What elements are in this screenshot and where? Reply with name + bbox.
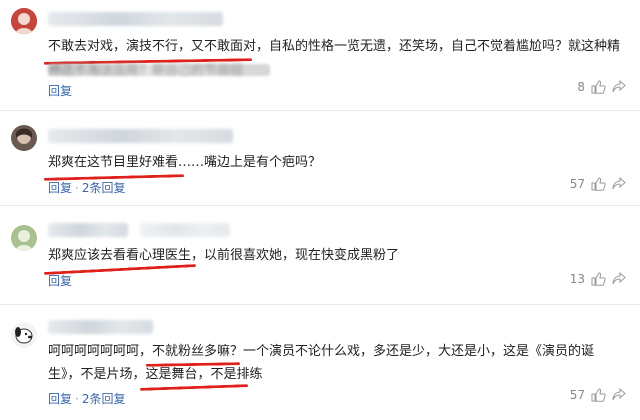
avatar-image — [11, 125, 37, 151]
like-share-group: 8 — [577, 80, 626, 94]
reply-row: 回复 · 2条回复 — [48, 179, 125, 196]
share-icon[interactable] — [612, 272, 626, 286]
view-replies-link[interactable]: 2条回复 — [82, 181, 126, 195]
like-count: 13 — [569, 272, 585, 286]
thumbs-up-icon[interactable] — [591, 388, 606, 402]
comment-item: 不敢去对戏，演技不行，又不敢面对，自私的性格一览无遗，还笑场，自己不觉着尴尬吗？… — [0, 0, 640, 111]
avatar[interactable] — [11, 225, 37, 251]
avatar-image — [11, 225, 37, 251]
comment-item: 呵呵呵呵呵呵呵，不就粉丝多嘛？一个演员不论什么戏，多还是少，大还是小，这是《演员… — [0, 304, 640, 420]
comment-item: 郑爽应该去看看心理医生，以前很喜欢她，现在快变成黑粉了 回复 13 — [0, 205, 640, 305]
reply-button[interactable]: 回复 — [48, 84, 72, 98]
comment-text: 郑爽应该去看看心理医生，以前很喜欢她，现在快变成黑粉了 — [48, 248, 400, 263]
view-replies-link[interactable]: 2条回复 — [82, 392, 126, 406]
reply-button[interactable]: 回复 — [48, 392, 72, 406]
username-blurred[interactable] — [48, 320, 153, 334]
reply-row: 回复 · 2条回复 — [48, 390, 125, 407]
avatar-image — [11, 8, 37, 34]
comment-text: 生》，不是片场，这是舞台，不是排练 — [48, 367, 263, 382]
comment-text: 郑爽在这节目里好难看……嘴边上是有个疤吗？ — [48, 155, 322, 170]
username-blurred[interactable] — [48, 223, 128, 237]
username-blurred — [140, 223, 230, 237]
username-blurred[interactable] — [48, 12, 223, 26]
like-count: 8 — [577, 80, 585, 94]
comment-text-blurred-content: 神还不淘汰出局？砸自己的节目招 — [48, 63, 244, 78]
like-count: 57 — [569, 388, 585, 402]
like-count: 57 — [569, 177, 585, 191]
reply-button[interactable]: 回复 — [48, 181, 72, 195]
share-icon[interactable] — [612, 80, 626, 94]
thumbs-up-icon[interactable] — [591, 177, 606, 191]
thumbs-up-icon[interactable] — [591, 272, 606, 286]
comment-item: 郑爽在这节目里好难看……嘴边上是有个疤吗？ 回复 · 2条回复 57 — [0, 110, 640, 206]
thumbs-up-icon[interactable] — [591, 80, 606, 94]
share-icon[interactable] — [612, 177, 626, 191]
separator: · — [75, 181, 79, 195]
share-icon[interactable] — [612, 388, 626, 402]
like-share-group: 57 — [570, 388, 626, 402]
separator: · — [75, 392, 79, 406]
reply-row: 回复 — [48, 82, 72, 99]
like-share-group: 13 — [570, 272, 626, 286]
username-blurred[interactable] — [48, 129, 233, 143]
avatar[interactable] — [11, 125, 37, 151]
avatar-image — [11, 322, 37, 348]
reply-row: 回复 — [48, 272, 72, 289]
comment-text: 不敢去对戏，演技不行，又不敢面对，自私的性格一览无遗，还笑场，自己不觉着尴尬吗？… — [48, 39, 621, 54]
avatar[interactable] — [11, 322, 37, 348]
reply-button[interactable]: 回复 — [48, 274, 72, 288]
like-share-group: 57 — [570, 177, 626, 191]
avatar[interactable] — [11, 8, 37, 34]
comment-text: 呵呵呵呵呵呵呵，不就粉丝多嘛？一个演员不论什么戏，多还是少，大还是小，这是《演员… — [48, 344, 595, 359]
